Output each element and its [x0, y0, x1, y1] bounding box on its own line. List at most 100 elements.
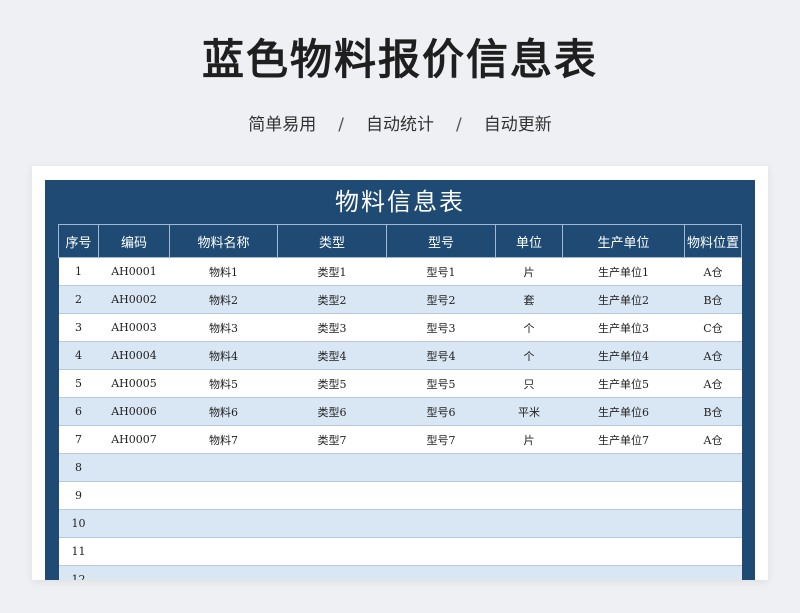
cell-col-unit[interactable]	[495, 453, 563, 482]
cell-col-model[interactable]: 型号7	[386, 425, 496, 454]
cell-col-code[interactable]	[98, 537, 170, 566]
cell-col-unit[interactable]: 片	[495, 425, 563, 454]
cell-col-name[interactable]	[169, 453, 278, 482]
cell-col-type[interactable]: 类型2	[277, 285, 387, 314]
cell-col-code[interactable]: AH0004	[98, 341, 170, 370]
material-table: 序号 编码 物料名称 类型 型号 单位 生产单位 物料位置 1 AH0001 物料1 类型1 型号1 片…	[58, 224, 742, 580]
cell-col-producer[interactable]: 生产单位5	[562, 369, 685, 398]
cell-col-type[interactable]	[277, 565, 387, 580]
cell-col-type[interactable]	[277, 481, 387, 510]
cell-col-name[interactable]: 物料4	[169, 341, 278, 370]
cell-col-index[interactable]: 12	[58, 565, 99, 580]
cell-col-producer[interactable]	[562, 537, 685, 566]
cell-col-index[interactable]: 1	[58, 257, 99, 286]
cell-col-name[interactable]	[169, 509, 278, 538]
cell-col-unit[interactable]	[495, 481, 563, 510]
cell-col-model[interactable]: 型号3	[386, 313, 496, 342]
cell-col-location[interactable]: A仓	[684, 341, 742, 370]
cell-col-unit[interactable]: 只	[495, 369, 563, 398]
cell-col-producer[interactable]: 生产单位4	[562, 341, 685, 370]
cell-col-name[interactable]	[169, 565, 278, 580]
cell-col-model[interactable]: 型号6	[386, 397, 496, 426]
cell-col-index[interactable]: 5	[58, 369, 99, 398]
cell-col-model[interactable]	[386, 453, 496, 482]
cell-col-code[interactable]: AH0005	[98, 369, 170, 398]
cell-col-producer[interactable]	[562, 565, 685, 580]
cell-col-name[interactable]: 物料5	[169, 369, 278, 398]
cell-col-name[interactable]: 物料6	[169, 397, 278, 426]
feature-separator: /	[338, 115, 344, 135]
cell-col-model[interactable]	[386, 481, 496, 510]
cell-col-producer[interactable]: 生产单位3	[562, 313, 685, 342]
cell-col-code[interactable]	[98, 565, 170, 580]
cell-col-producer[interactable]: 生产单位1	[562, 257, 685, 286]
cell-col-location[interactable]: A仓	[684, 369, 742, 398]
cell-col-code[interactable]: AH0007	[98, 425, 170, 454]
cell-col-name[interactable]	[169, 481, 278, 510]
cell-col-unit[interactable]: 个	[495, 341, 563, 370]
cell-col-code[interactable]	[98, 453, 170, 482]
cell-col-unit[interactable]	[495, 509, 563, 538]
cell-col-name[interactable]: 物料3	[169, 313, 278, 342]
cell-col-unit[interactable]: 个	[495, 313, 563, 342]
cell-col-producer[interactable]	[562, 509, 685, 538]
cell-col-location[interactable]	[684, 537, 742, 566]
cell-col-model[interactable]	[386, 537, 496, 566]
cell-col-location[interactable]: A仓	[684, 257, 742, 286]
cell-col-producer[interactable]: 生产单位7	[562, 425, 685, 454]
cell-col-unit[interactable]: 平米	[495, 397, 563, 426]
cell-col-code[interactable]: AH0002	[98, 285, 170, 314]
cell-col-name[interactable]	[169, 537, 278, 566]
cell-col-model[interactable]: 型号1	[386, 257, 496, 286]
cell-col-unit[interactable]	[495, 537, 563, 566]
cell-col-code[interactable]	[98, 509, 170, 538]
cell-col-location[interactable]	[684, 453, 742, 482]
cell-col-code[interactable]	[98, 481, 170, 510]
cell-col-producer[interactable]	[562, 453, 685, 482]
cell-col-type[interactable]: 类型1	[277, 257, 387, 286]
cell-col-code[interactable]: AH0003	[98, 313, 170, 342]
table-row: 8	[58, 453, 742, 482]
cell-col-producer[interactable]	[562, 481, 685, 510]
cell-col-index[interactable]: 2	[58, 285, 99, 314]
cell-col-model[interactable]: 型号2	[386, 285, 496, 314]
cell-col-location[interactable]	[684, 509, 742, 538]
cell-col-type[interactable]: 类型3	[277, 313, 387, 342]
cell-col-producer[interactable]: 生产单位6	[562, 397, 685, 426]
cell-col-index[interactable]: 9	[58, 481, 99, 510]
cell-col-type[interactable]: 类型7	[277, 425, 387, 454]
cell-col-unit[interactable]	[495, 565, 563, 580]
cell-col-unit[interactable]: 片	[495, 257, 563, 286]
cell-col-name[interactable]: 物料7	[169, 425, 278, 454]
cell-col-producer[interactable]: 生产单位2	[562, 285, 685, 314]
cell-col-name[interactable]: 物料2	[169, 285, 278, 314]
cell-col-model[interactable]	[386, 565, 496, 580]
cell-col-location[interactable]: B仓	[684, 285, 742, 314]
cell-col-model[interactable]: 型号4	[386, 341, 496, 370]
cell-col-type[interactable]	[277, 509, 387, 538]
cell-col-location[interactable]: B仓	[684, 397, 742, 426]
cell-col-location[interactable]: A仓	[684, 425, 742, 454]
cell-col-index[interactable]: 11	[58, 537, 99, 566]
cell-col-index[interactable]: 10	[58, 509, 99, 538]
cell-col-model[interactable]	[386, 509, 496, 538]
cell-col-code[interactable]: AH0001	[98, 257, 170, 286]
cell-col-type[interactable]	[277, 453, 387, 482]
cell-col-name[interactable]: 物料1	[169, 257, 278, 286]
cell-col-location[interactable]	[684, 565, 742, 580]
cell-col-unit[interactable]: 套	[495, 285, 563, 314]
cell-col-index[interactable]: 8	[58, 453, 99, 482]
cell-col-index[interactable]: 6	[58, 397, 99, 426]
cell-col-type[interactable]: 类型4	[277, 341, 387, 370]
cell-col-index[interactable]: 4	[58, 341, 99, 370]
cell-col-index[interactable]: 7	[58, 425, 99, 454]
cell-col-code[interactable]: AH0006	[98, 397, 170, 426]
cell-col-index[interactable]: 3	[58, 313, 99, 342]
cell-col-model[interactable]: 型号5	[386, 369, 496, 398]
table-row: 5 AH0005 物料5 类型5 型号5 只生产单位5 A仓	[58, 369, 742, 398]
cell-col-location[interactable]: C仓	[684, 313, 742, 342]
cell-col-type[interactable]	[277, 537, 387, 566]
cell-col-type[interactable]: 类型5	[277, 369, 387, 398]
cell-col-type[interactable]: 类型6	[277, 397, 387, 426]
cell-col-location[interactable]	[684, 481, 742, 510]
